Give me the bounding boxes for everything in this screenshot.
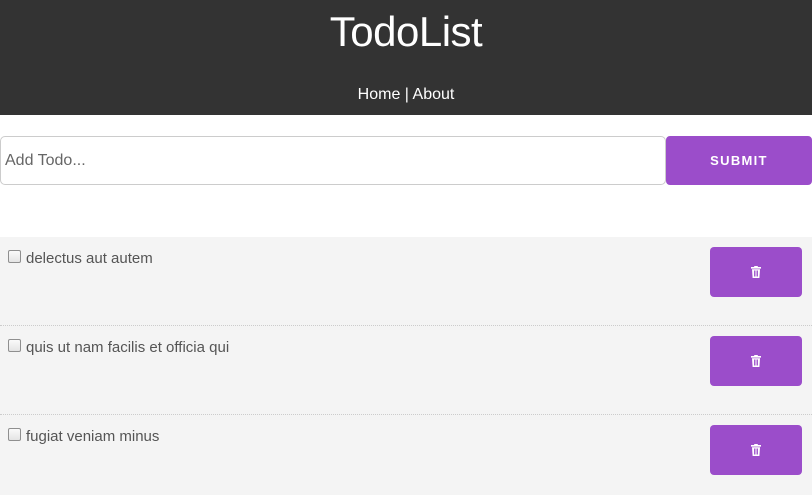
nav-about-link[interactable]: About (413, 86, 455, 103)
submit-button[interactable]: SUBMIT (666, 136, 812, 185)
add-todo-input[interactable] (0, 136, 666, 185)
add-todo-form: SUBMIT (0, 136, 812, 185)
trash-icon (751, 444, 761, 456)
todo-checkbox[interactable] (8, 428, 21, 441)
todo-checkbox[interactable] (8, 339, 21, 352)
app-title: TodoList (329, 8, 483, 55)
app-header: TodoList Home | About (0, 0, 812, 115)
todo-title: delectus aut autem (26, 250, 153, 267)
todo-item: fugiat veniam minus (0, 415, 812, 495)
main-nav: Home | About (0, 86, 812, 104)
todo-item: delectus aut autem (0, 237, 812, 326)
nav-home-link[interactable]: Home (358, 86, 401, 103)
todo-checkbox[interactable] (8, 250, 21, 263)
todo-title: fugiat veniam minus (26, 428, 160, 445)
trash-icon (751, 355, 761, 367)
delete-todo-button[interactable] (710, 247, 802, 297)
delete-todo-button[interactable] (710, 425, 802, 475)
todo-title: quis ut nam facilis et officia qui (26, 339, 230, 356)
nav-separator: | (400, 86, 413, 103)
todo-list: delectus aut autem quis ut nam facilis e… (0, 237, 812, 495)
todo-item: quis ut nam facilis et officia qui (0, 326, 812, 415)
trash-icon (751, 266, 761, 278)
delete-todo-button[interactable] (710, 336, 802, 386)
